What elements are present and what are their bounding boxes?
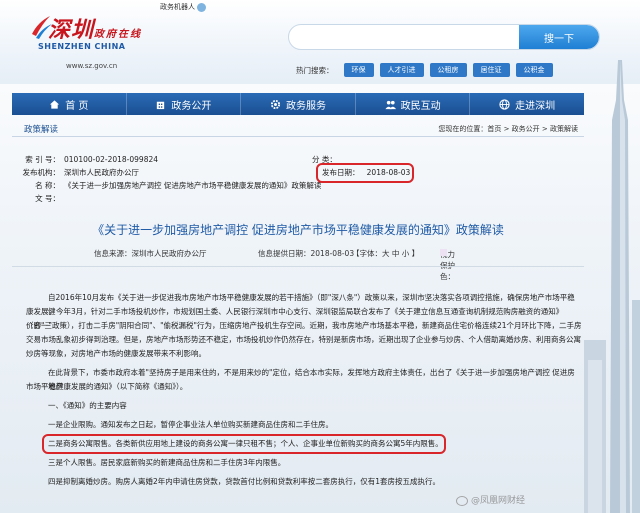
logo-chinese: 深圳政府在线 [48, 17, 143, 43]
section-title: 政策解读 [24, 125, 59, 135]
info-index-row: 索 引 号： 010100-02-2018-099824 [25, 155, 159, 164]
logo-url: www.sz.gov.cn [66, 62, 118, 70]
nav-public-interaction[interactable]: 政民互动 [356, 93, 471, 115]
main-nav: 首 页 政务公开 政务服务 政民互动 走进深圳 [12, 93, 584, 115]
people-icon [385, 100, 396, 109]
skyline-tower-icon [584, 60, 640, 513]
breadcrumb[interactable]: 您现在的位置：首页 > 政务公开 > 政策解读 [438, 124, 578, 134]
font-size-control[interactable]: 【字体：大 中 小 】 [352, 248, 419, 259]
hot-link-talent[interactable]: 人才引进 [379, 63, 424, 77]
article-title: 《关于进一步加强房地产调控 促进房地产市场平稳健康发展的通知》政策解读 [92, 223, 504, 237]
gear-icon [270, 99, 281, 109]
nav-home[interactable]: 首 页 [12, 93, 127, 115]
article-meta: 信息来源：深圳市人民政府办公厅 信息提供日期：2018-08-03 【字体：大 … [94, 248, 455, 281]
hot-search-bar: 热门搜索： 环保 人才引进 公租房 居住证 公积金 [296, 63, 553, 77]
hot-link-residence-permit[interactable]: 居住证 [472, 63, 510, 77]
search-input[interactable] [289, 25, 519, 49]
weibo-icon [456, 495, 468, 506]
measure-divorce: 四是抑制离婚炒房。购房人离婚2年内申请住房贷款，贷款首付比例和贷款利率按二套房执… [48, 477, 441, 486]
info-org-row: 发布机构： 深圳市人民政府办公厅 [22, 168, 140, 177]
nav-gov-affairs[interactable]: 政务公开 [127, 93, 242, 115]
site-header: 深圳政府在线 SHENZHEN CHINA www.sz.gov.cn 政务机器… [0, 0, 640, 84]
hot-link-housing-fund[interactable]: 公积金 [515, 63, 553, 77]
globe-icon [499, 98, 510, 110]
swatch-purple[interactable] [440, 249, 447, 256]
building-icon [157, 101, 165, 109]
hot-link-public-housing[interactable]: 公租房 [429, 63, 467, 77]
search-button[interactable]: 搜一下 [519, 25, 599, 49]
gov-robot-link[interactable]: 政务机器人 [160, 2, 206, 12]
date-highlight-box [316, 163, 414, 183]
hot-search-label: 热门搜索： [296, 65, 334, 75]
article-source: 信息来源：深圳市人民政府办公厅 [94, 249, 207, 258]
paragraph-1-line-4: 交易市场乱象初步得到治理。但是，房地产市场形势还不稳定，市场投机炒作仍然存在，特… [26, 335, 581, 344]
nav-gov-services[interactable]: 政务服务 [241, 93, 356, 115]
measure-highlight-box [42, 434, 446, 454]
nav-about-shenzhen[interactable]: 走进深圳 [470, 93, 584, 115]
divider [12, 266, 584, 267]
weibo-watermark: @凤凰网财经 [456, 493, 525, 506]
paragraph-1-line-5: 炒房等现象，对房地产市场的健康发展带来不利影响。 [26, 349, 206, 358]
measure-individual: 三是个人限售。居民家庭新购买的新建商品住房和二手住房3年内限售。 [48, 458, 286, 467]
paragraph-2-line-2: 市场平稳健康发展的通知》（以下简称《通知》）。 [26, 382, 188, 391]
robot-icon [197, 2, 206, 12]
article-provide-date: 信息提供日期：2018-08-03 [258, 249, 355, 258]
section-heading: 一、《通知》的主要内容 [48, 401, 127, 410]
home-icon [50, 99, 60, 109]
hot-link-environment[interactable]: 环保 [343, 63, 374, 77]
info-name-row: 名 称： 《关于进一步加强房地产调控 促进房地产市场平稳健康发展的通知》政策解读 [35, 181, 322, 190]
site-logo[interactable]: 深圳政府在线 SHENZHEN CHINA www.sz.gov.cn [30, 8, 170, 70]
paragraph-1-line-3: 价合一"政策），打击二手房"阴阳合同"、"偷税漏税"行为，压缩房地产投机生存空间… [26, 321, 582, 330]
breadcrumb-bar: 政策解读 您现在的位置：首页 > 政务公开 > 政策解读 [12, 121, 584, 137]
document-info-table: 索 引 号： 010100-02-2018-099824 分 类： 发布机构： 深圳… [12, 152, 584, 208]
search-box: 搜一下 [288, 24, 600, 50]
measure-enterprise: 一是企业限购。通知发布之日起，暂停企事业法人单位购买新建商品住房和二手住房。 [48, 420, 333, 429]
logo-english: SHENZHEN CHINA [38, 42, 126, 51]
info-docno-row: 文 号： [35, 194, 60, 203]
